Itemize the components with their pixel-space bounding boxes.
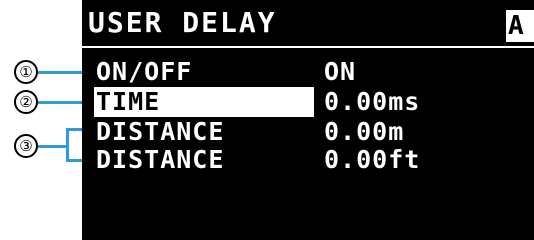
param-row-time[interactable]: TIME 0.00ms bbox=[82, 87, 534, 117]
param-label-time: TIME bbox=[94, 87, 314, 117]
param-row-distance-m[interactable]: DISTANCE 0.00m bbox=[82, 117, 534, 147]
param-value-distance-ft: 0.00ft bbox=[324, 145, 421, 174]
callout-3: ③ bbox=[14, 134, 38, 158]
callout-2: ② bbox=[14, 90, 38, 114]
leader-line-3-bracket bbox=[66, 128, 69, 162]
param-row-distance-ft[interactable]: DISTANCE 0.00ft bbox=[82, 145, 534, 175]
channel-badge: A bbox=[506, 10, 534, 42]
callout-1: ① bbox=[14, 60, 38, 84]
param-label-distance-ft: DISTANCE bbox=[96, 145, 225, 174]
lcd-screen: USER DELAY A ON/OFF ON TIME 0.00ms DISTA… bbox=[82, 0, 534, 240]
page-title: USER DELAY bbox=[88, 6, 277, 39]
param-value-distance-m: 0.00m bbox=[324, 117, 405, 146]
param-value-on-off: ON bbox=[324, 57, 357, 86]
leader-line-3-stem bbox=[38, 145, 68, 148]
annotated-figure: ① ② ③ USER DELAY A ON/OFF ON TIME 0.00ms… bbox=[0, 0, 534, 240]
screen-header: USER DELAY A bbox=[82, 0, 534, 48]
param-value-time: 0.00ms bbox=[324, 87, 421, 116]
param-label-distance-m: DISTANCE bbox=[96, 117, 225, 146]
param-label-on-off: ON/OFF bbox=[96, 57, 193, 86]
param-row-on-off[interactable]: ON/OFF ON bbox=[82, 57, 534, 87]
